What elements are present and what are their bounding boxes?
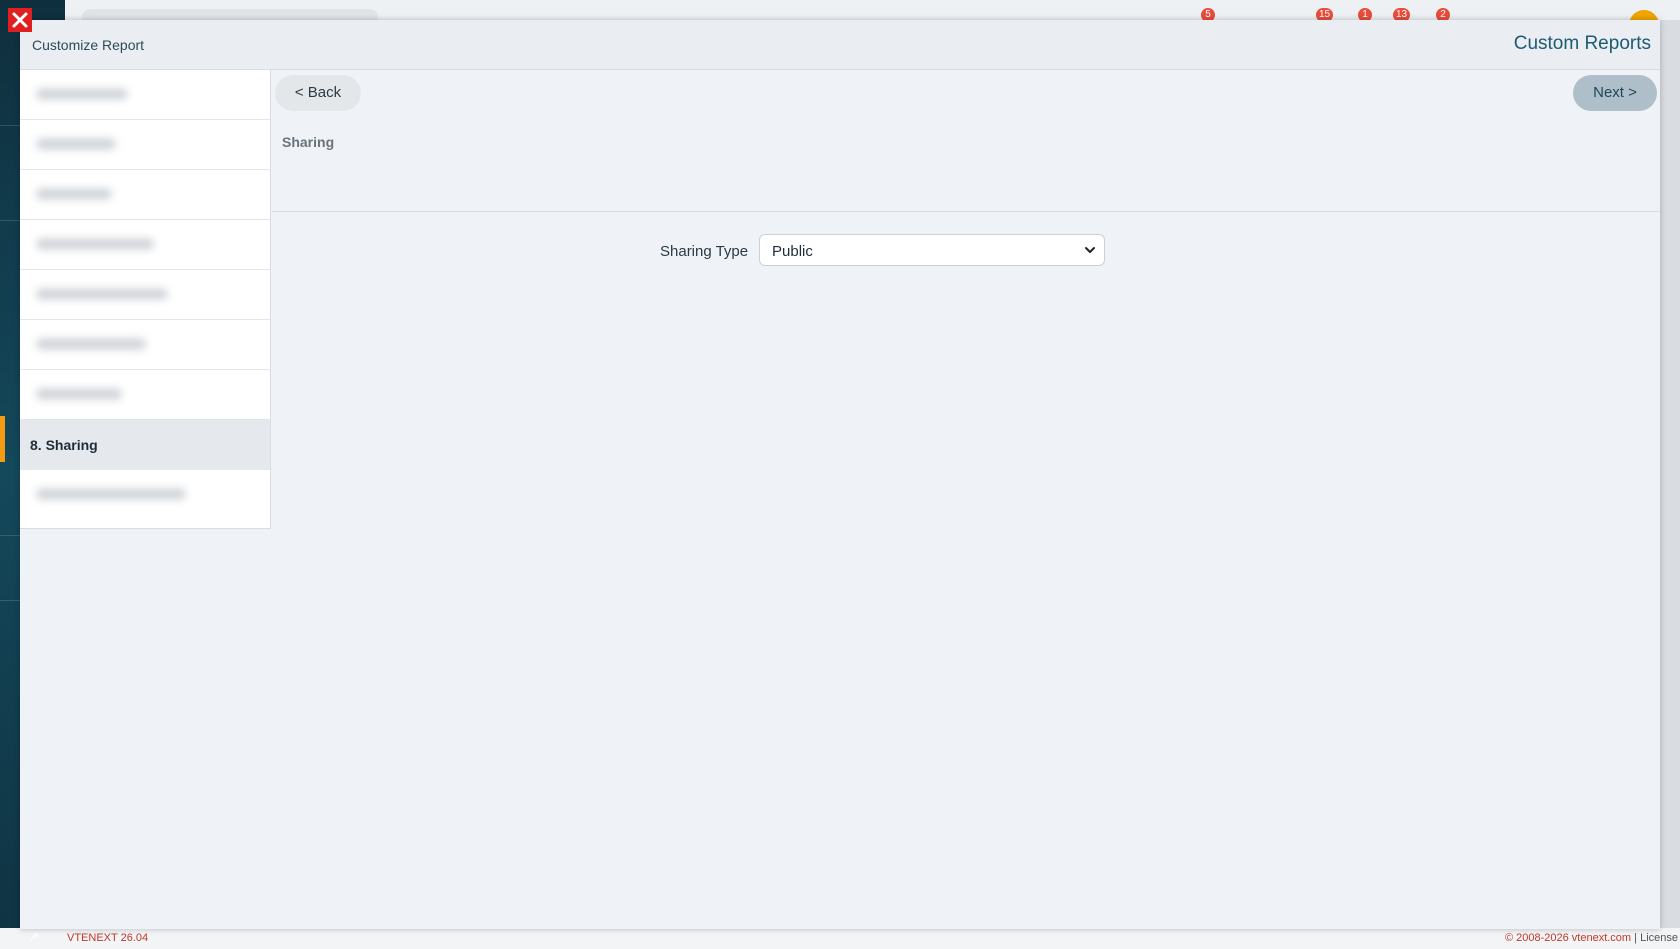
section-divider [272,211,1660,212]
step-label-blurred [36,338,146,350]
step-label-blurred [36,488,186,500]
collapse-arrow-icon[interactable]: ↗ [28,926,40,947]
sidebar-active-indicator [0,416,5,462]
step-mask [185,70,270,119]
step-label-blurred [36,88,128,100]
wizard-content: < Back Next > Sharing Sharing Type Publi… [272,70,1660,929]
step-mask [185,120,270,169]
sharing-type-label: Sharing Type [660,243,749,260]
wizard-step-label: 8. Sharing [30,437,98,453]
step-label-blurred [36,138,116,150]
step-mask [185,320,270,369]
close-icon[interactable] [8,8,32,32]
step-label-blurred [36,388,122,400]
next-button[interactable]: Next > [1573,75,1657,111]
module-title: Custom Reports [1513,33,1651,54]
step-mask [185,170,270,219]
step-label-blurred [36,288,168,300]
sharing-type-select[interactable]: Public [759,234,1105,266]
footer-separator: | [1634,932,1638,944]
chevron-down-icon [1085,247,1095,253]
wizard-step[interactable] [20,70,270,120]
wizard-step[interactable] [20,170,270,220]
step-label-blurred [36,188,112,200]
step-mask [185,270,270,319]
section-title: Sharing [282,134,335,150]
modal-title: Customize Report [32,37,145,53]
customize-report-modal: Customize Report Custom Reports 8. Shari… [20,20,1660,929]
wizard-step-sharing[interactable]: 8. Sharing [20,420,270,470]
step-label-blurred [36,238,154,250]
step-mask [185,220,270,269]
version-label: VTENEXT 26.04 [67,932,149,944]
wizard-steps: 8. Sharing [20,70,271,529]
copyright-text: © 2008-2026 vtenext.com | License [1505,928,1678,949]
close-icon [12,12,28,28]
vtenext-link[interactable]: © 2008-2026 vtenext.com [1505,932,1631,944]
wizard-step[interactable] [20,320,270,370]
wizard-step[interactable] [20,270,270,320]
app-footer: ↗ VTENEXT 26.04 © 2008-2026 vtenext.com … [0,928,1680,949]
sharing-type-value: Public [772,243,813,260]
wizard-step[interactable] [20,370,270,420]
wizard-step[interactable] [20,220,270,270]
wizard-step[interactable] [20,120,270,170]
wizard-step[interactable] [20,470,270,520]
license-link[interactable]: License [1640,932,1678,944]
modal-header: Customize Report Custom Reports [20,20,1660,70]
back-button[interactable]: < Back [275,75,361,111]
